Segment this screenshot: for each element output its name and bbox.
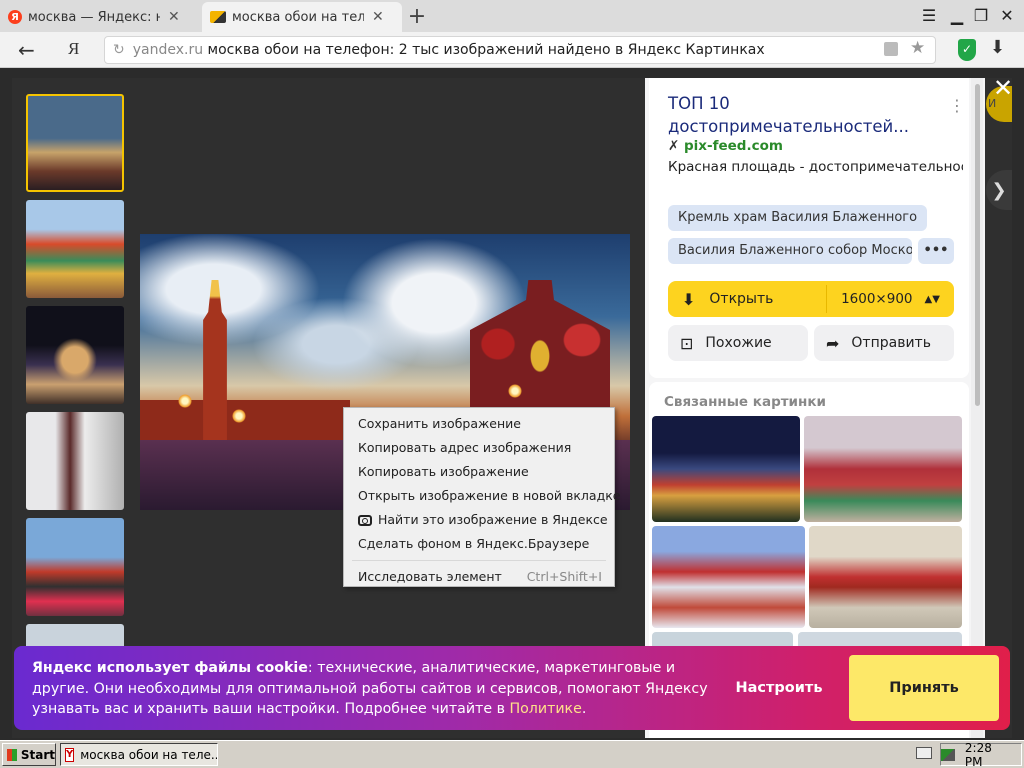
menu-item-search-image[interactable]: Найти это изображение в Яндексе xyxy=(344,508,614,532)
menu-item-label: Исследовать элемент xyxy=(358,569,502,584)
cookie-message-bold: Яндекс использует файлы cookie xyxy=(32,660,308,676)
privacy-policy-link[interactable]: Политике xyxy=(509,701,581,717)
related-images-title: Связанные картинки xyxy=(664,394,826,410)
start-button[interactable]: Start xyxy=(2,743,56,766)
image-size-select[interactable]: 1600×900 ▲▼ xyxy=(827,281,954,317)
windows-taskbar: Start Y москва обои на теле... 2:28 PM xyxy=(0,740,1024,768)
select-arrows-icon: ▲▼ xyxy=(924,293,940,305)
street-lamp xyxy=(232,409,246,423)
source-site-icon: ✗ xyxy=(668,138,680,154)
download-arrow-icon: ⬇ xyxy=(682,289,696,309)
yandex-favicon-icon: Я xyxy=(8,10,22,24)
lock-icon[interactable] xyxy=(884,42,898,56)
open-image-button-group: ⬇ Открыть 1600×900 ▲▼ xyxy=(668,281,954,317)
clock[interactable]: 2:28 PM xyxy=(965,741,1013,768)
menu-item-set-background[interactable]: Сделать фоном в Яндекс.Браузере xyxy=(344,532,614,556)
protect-shield-icon[interactable]: ✓ xyxy=(958,39,976,61)
new-tab-button[interactable]: + xyxy=(406,4,428,29)
thumbnail-selected[interactable] xyxy=(26,94,124,192)
thumbnail[interactable] xyxy=(26,200,124,298)
close-tab-icon[interactable]: ✕ xyxy=(372,9,384,25)
url-path: москва обои на телефон: 2 тыс изображени… xyxy=(207,42,765,58)
menu-item-copy-image-address[interactable]: Копировать адрес изображения xyxy=(344,436,614,460)
restore-icon[interactable]: ❐ xyxy=(970,6,992,25)
start-label: Start xyxy=(20,747,55,762)
street-lamp xyxy=(508,384,522,398)
thumbnail-strip xyxy=(26,94,124,662)
open-label: Открыть xyxy=(709,291,774,307)
tab-title: москва — Яндекс: нашлось xyxy=(28,9,160,25)
similar-label: Похожие xyxy=(705,335,772,351)
tag-chip[interactable]: Кремль храм Василия Блаженного xyxy=(668,205,928,231)
share-button[interactable]: ➦ Отправить xyxy=(814,325,954,361)
url-field[interactable]: ↻ yandex.ru москва обои на телефон: 2 ты… xyxy=(104,36,936,64)
menu-item-shortcut: Ctrl+Shift+I xyxy=(526,569,602,584)
open-button[interactable]: ⬇ Открыть xyxy=(668,281,826,317)
related-image[interactable] xyxy=(652,416,800,522)
close-tab-icon[interactable]: ✕ xyxy=(168,9,180,25)
menu-item-open-in-new-tab[interactable]: Открыть изображение в новой вкладке xyxy=(344,484,620,508)
reload-icon[interactable]: ↻ xyxy=(113,42,125,58)
back-icon[interactable]: ← xyxy=(18,38,35,62)
menu-item-copy-image[interactable]: Копировать изображение xyxy=(344,460,614,484)
url-domain: yandex.ru xyxy=(132,42,204,58)
close-window-icon[interactable]: ✕ xyxy=(996,6,1018,25)
related-image[interactable] xyxy=(804,416,962,522)
image-info-card: ТОП 10 достопримечательностей... ⋮ ✗ pix-… xyxy=(649,78,969,378)
close-viewer-icon[interactable]: ✕ xyxy=(993,74,1013,102)
menu-divider xyxy=(352,560,606,561)
menu-item-inspect[interactable]: Исследовать элемент Ctrl+Shift+I xyxy=(344,565,614,589)
taskbar-item-label: москва обои на теле... xyxy=(80,747,218,762)
tab-search-results[interactable]: Я москва — Яндекс: нашлось ✕ xyxy=(0,2,198,32)
images-favicon-icon xyxy=(210,11,226,23)
more-tags-button[interactable]: ••• xyxy=(918,238,954,264)
menu-item-label: Найти это изображение в Яндексе xyxy=(378,512,608,527)
minimize-icon[interactable]: ▁ xyxy=(946,6,968,25)
cookie-banner: Яндекс использует файлы cookie: техничес… xyxy=(14,646,1010,730)
image-description: Красная площадь - достопримечательност..… xyxy=(668,159,963,175)
image-page-title[interactable]: ТОП 10 достопримечательностей... xyxy=(668,92,938,138)
context-menu: Сохранить изображение Копировать адрес и… xyxy=(343,407,620,589)
thumbnail[interactable] xyxy=(26,518,124,616)
taskbar-browser-item[interactable]: Y москва обои на теле... xyxy=(60,743,218,766)
share-label: Отправить xyxy=(851,335,931,351)
system-tray: 2:28 PM xyxy=(940,741,1022,768)
thumbnail[interactable] xyxy=(26,306,124,404)
cookie-message: Яндекс использует файлы cookie: техничес… xyxy=(32,658,712,720)
download-icon[interactable]: ⬇ xyxy=(990,37,1005,58)
tab-title: москва обои на телефон xyxy=(232,9,364,25)
camera-search-icon xyxy=(358,515,372,526)
address-bar: ← Я ↻ yandex.ru москва обои на телефон: … xyxy=(0,32,1024,68)
related-image[interactable] xyxy=(809,526,962,628)
more-options-icon[interactable]: ⋮ xyxy=(949,96,965,115)
source-domain: pix-feed.com xyxy=(684,138,783,154)
tab-images[interactable]: москва обои на телефон ✕ xyxy=(202,2,402,32)
cookie-settings-button[interactable]: Настроить xyxy=(714,656,844,720)
bookmark-star-icon[interactable]: ★ xyxy=(910,38,925,58)
cookie-accept-button[interactable]: Принять xyxy=(849,655,999,721)
image-info-panel: ТОП 10 достопримечательностей... ⋮ ✗ pix-… xyxy=(645,78,985,738)
network-tray-icon[interactable] xyxy=(941,748,955,761)
yandex-browser-icon: Y xyxy=(65,747,75,762)
yandex-logo[interactable]: Я xyxy=(68,39,79,59)
source-link[interactable]: ✗ pix-feed.com xyxy=(668,138,783,154)
share-arrow-icon: ➦ xyxy=(826,333,840,353)
thumbnail[interactable] xyxy=(26,412,124,510)
panel-scrollbar-thumb[interactable] xyxy=(975,84,980,406)
kremlin-wall xyxy=(140,400,350,440)
cookie-message-end: . xyxy=(581,701,587,717)
menu-icon[interactable]: ☰ xyxy=(918,6,940,25)
similar-scan-icon: ⊡ xyxy=(680,333,694,353)
keyboard-tray-icon[interactable] xyxy=(916,747,932,759)
menu-item-save-image[interactable]: Сохранить изображение xyxy=(344,412,614,436)
street-lamp xyxy=(178,394,192,408)
tab-bar: Я москва — Яндекс: нашлось ✕ москва обои… xyxy=(0,0,1024,32)
related-image[interactable] xyxy=(652,526,805,628)
similar-button[interactable]: ⊡ Похожие xyxy=(668,325,808,361)
windows-logo-icon xyxy=(7,748,17,761)
tag-chip[interactable]: Василия Блаженного собор Москов... xyxy=(668,238,912,264)
size-value: 1600×900 xyxy=(841,291,913,307)
